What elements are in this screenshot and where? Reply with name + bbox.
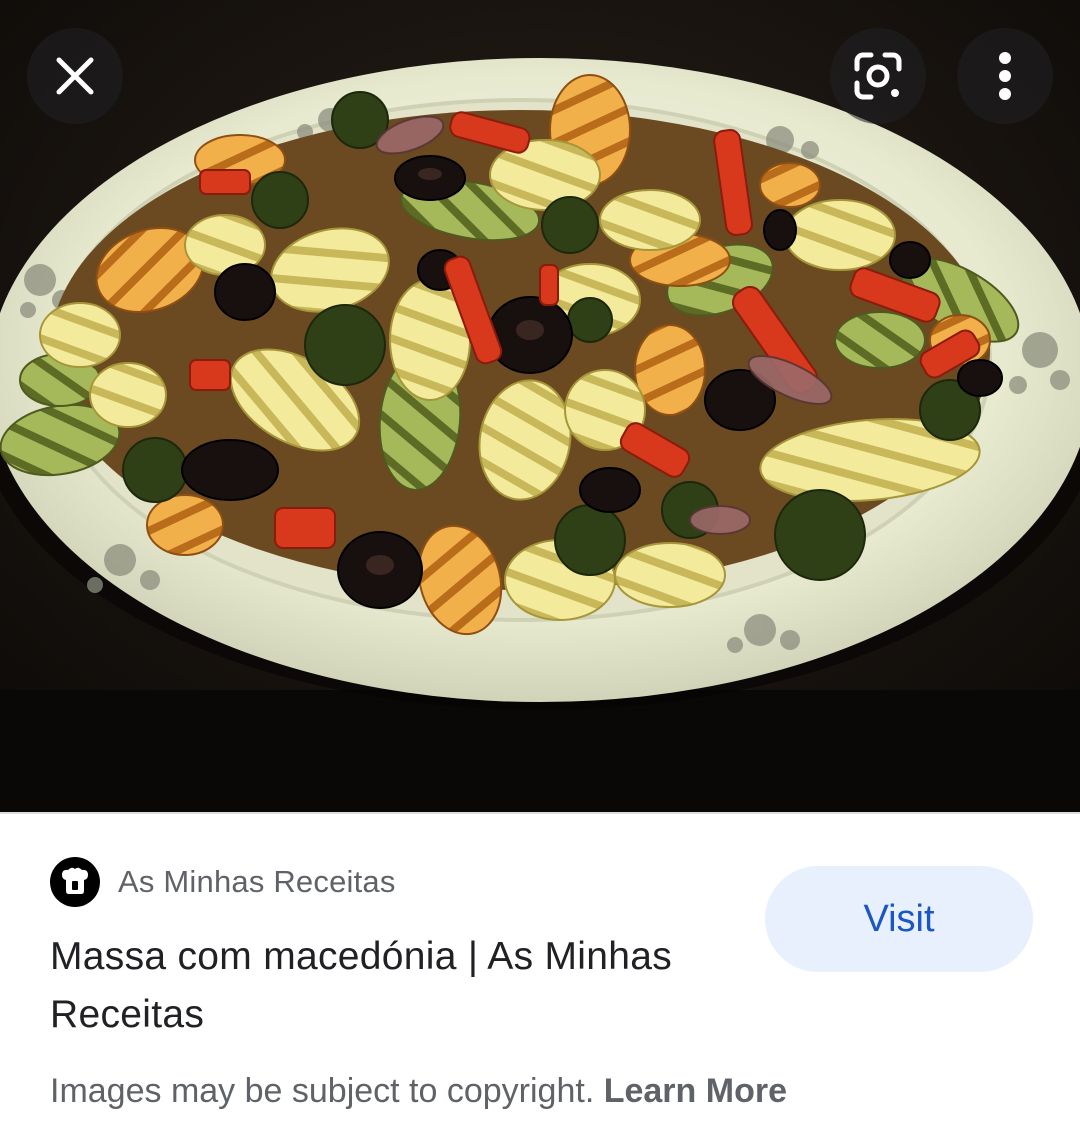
food-photo (0, 0, 1080, 812)
copyright-text: Images may be subject to copyright. (50, 1072, 595, 1110)
result-title[interactable]: Massa com macedónia | As Minhas Receitas (50, 928, 690, 1044)
google-lens-icon (854, 52, 902, 100)
visit-button[interactable]: Visit (765, 866, 1033, 972)
learn-more-link[interactable]: Learn More (604, 1072, 787, 1110)
image-viewer[interactable] (0, 0, 1080, 812)
source-row[interactable]: As Minhas Receitas (50, 856, 396, 908)
close-button[interactable] (27, 28, 123, 124)
result-info-panel: As Minhas Receitas Massa com macedónia |… (0, 812, 1080, 1126)
more-options-button[interactable] (957, 28, 1053, 124)
image-result-screen: As Minhas Receitas Massa com macedónia |… (0, 0, 1080, 1126)
google-lens-button[interactable] (830, 28, 926, 124)
site-favicon-icon (50, 857, 100, 907)
chef-hat-icon (62, 867, 88, 894)
more-vert-icon (999, 52, 1011, 100)
close-icon (56, 57, 94, 95)
copyright-notice: Images may be subject to copyright. Lear… (50, 1072, 787, 1111)
source-name: As Minhas Receitas (118, 864, 396, 899)
